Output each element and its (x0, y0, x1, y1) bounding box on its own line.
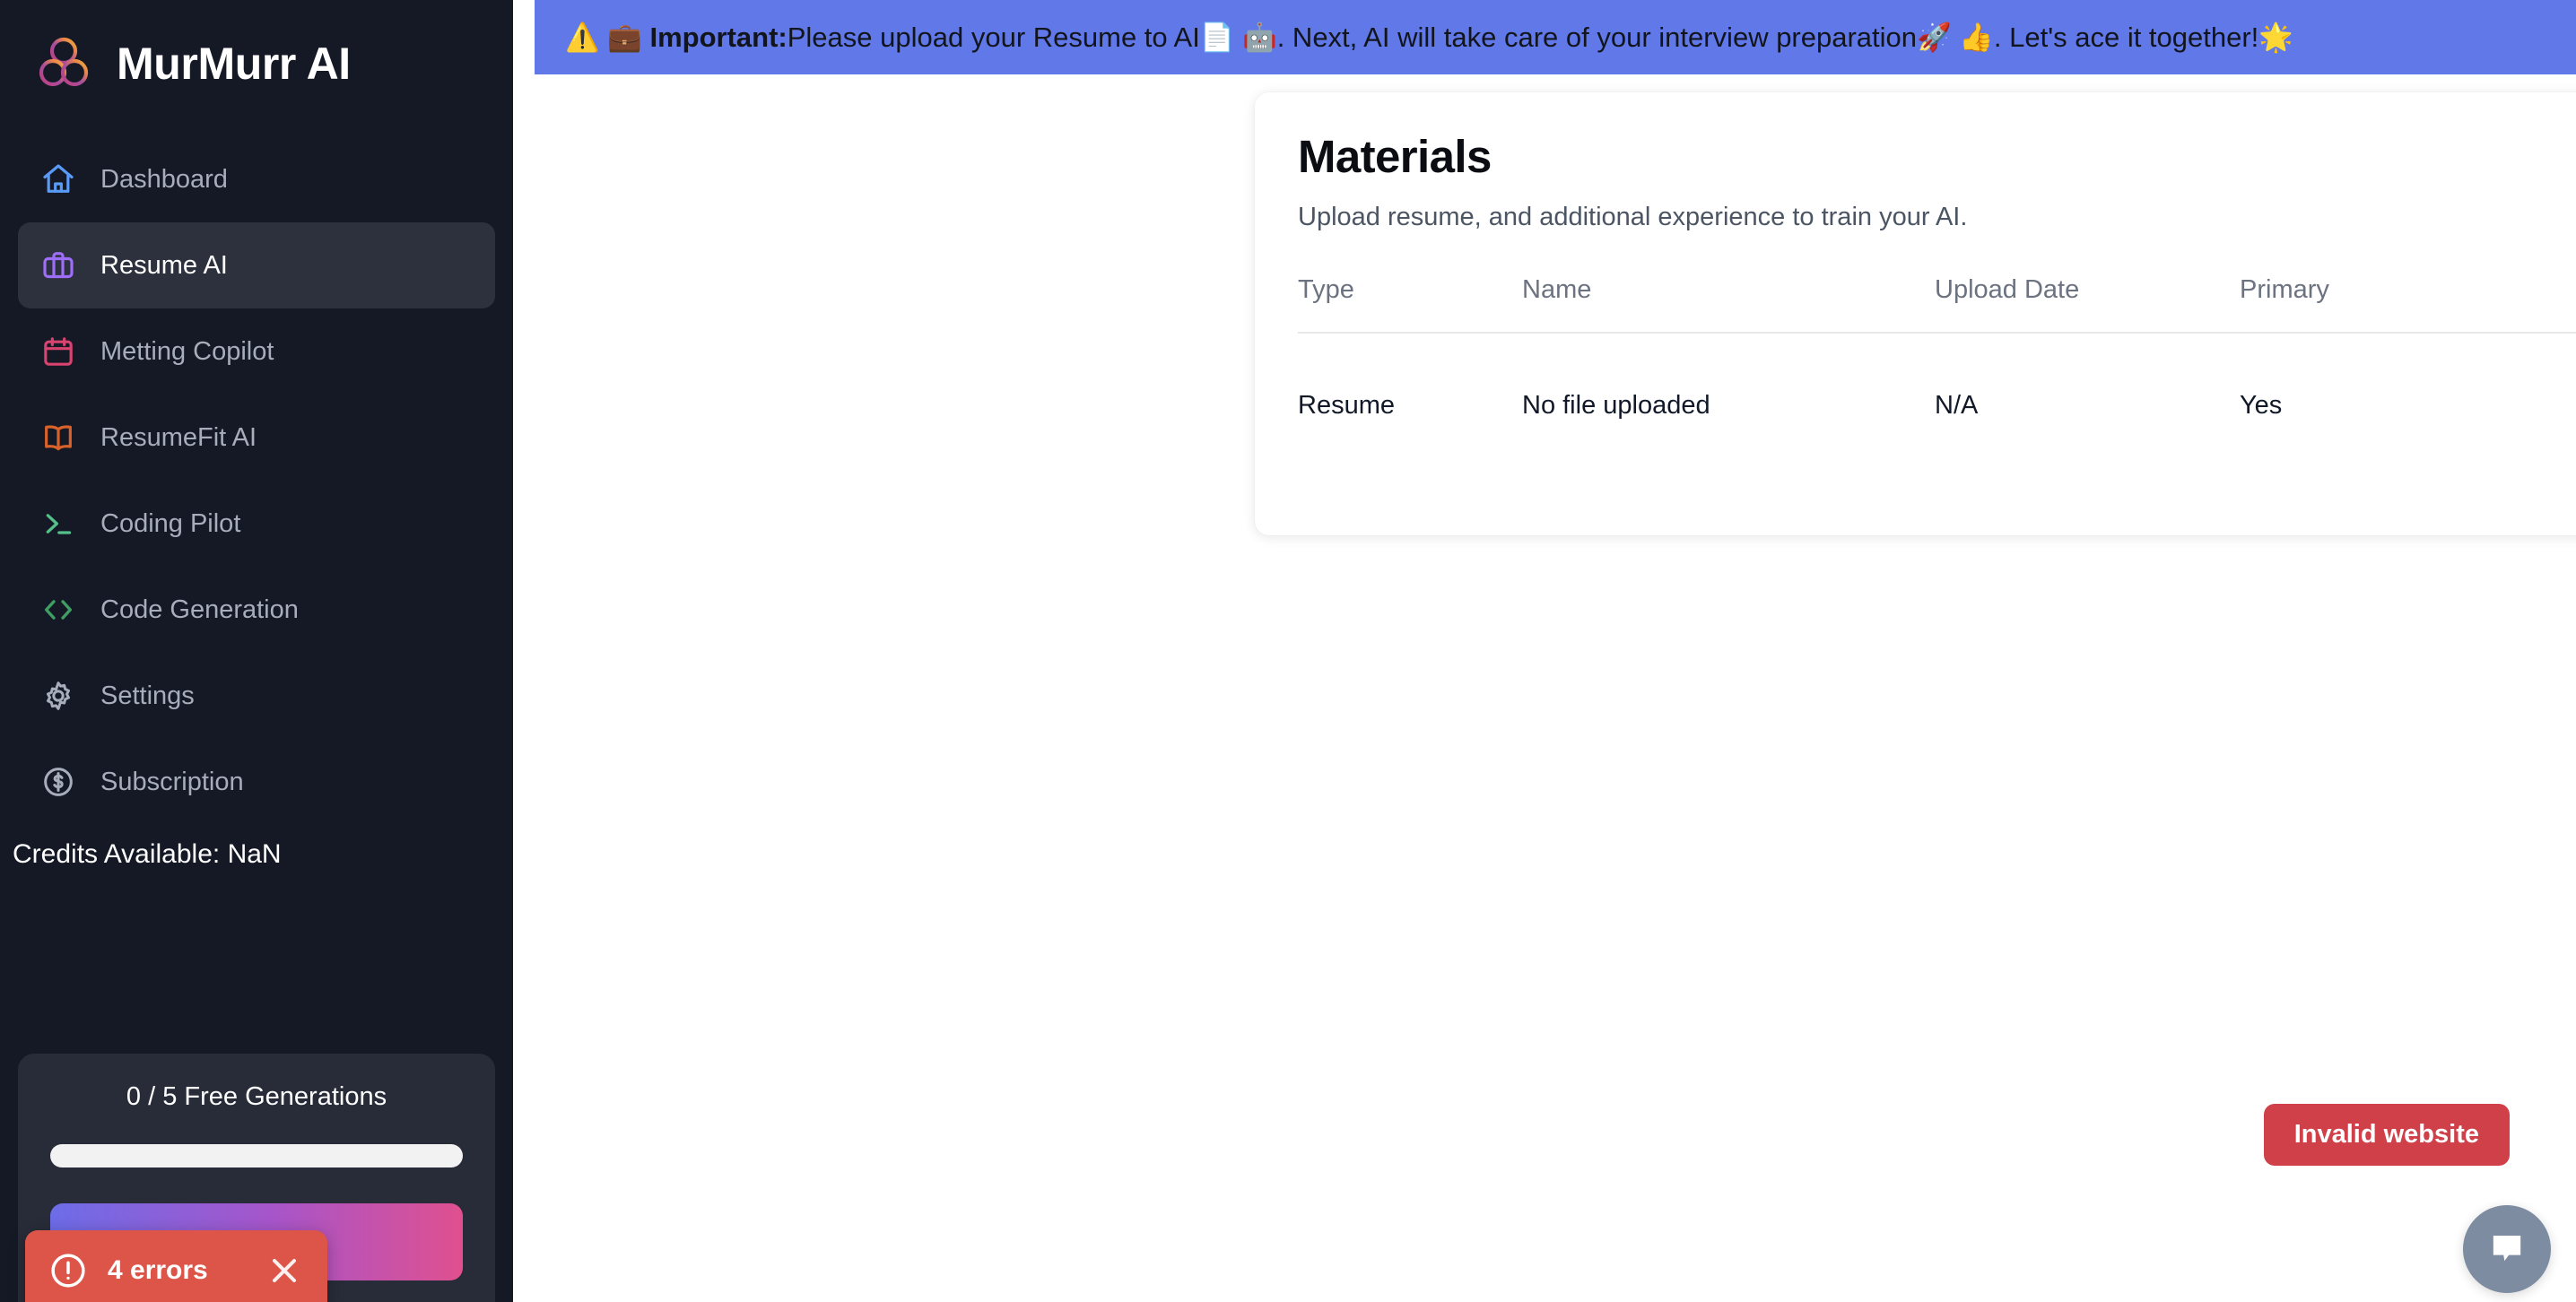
materials-card: Materials Upload resume, and additional … (1255, 92, 2576, 535)
warning-icon: ⚠️ (565, 22, 600, 54)
sidebar-item-code-generation[interactable]: Code Generation (18, 567, 495, 653)
terminal-icon (39, 505, 77, 542)
page-subtitle: Upload resume, and additional experience… (1298, 203, 1968, 231)
sidebar-item-resumefit-ai[interactable]: ResumeFit AI (18, 395, 495, 481)
app-root: MurMurr AI Dashboard Resume AI Metting C… (0, 0, 2576, 1302)
trefoil-knot-logo-icon (34, 34, 93, 93)
column-header-name: Name (1522, 275, 1935, 334)
table-body: Resume No file uploaded N/A Yes Upload (1298, 333, 2576, 478)
banner-text-1: Please upload your Resume to AI (787, 21, 1200, 53)
robot-icon: 🤖 (1242, 22, 1277, 54)
cell-type: Resume (1298, 391, 1395, 420)
column-header-primary: Primary (2240, 275, 2576, 334)
sidebar-item-dashboard[interactable]: Dashboard (18, 136, 495, 222)
page-title: Materials (1298, 131, 1492, 182)
free-generations-progress (50, 1144, 463, 1167)
sidebar-item-coding-pilot[interactable]: Coding Pilot (18, 481, 495, 567)
chat-fab-button[interactable] (2463, 1205, 2551, 1293)
sidebar: MurMurr AI Dashboard Resume AI Metting C… (0, 0, 513, 1302)
sidebar-item-label: Resume AI (100, 250, 228, 280)
code-icon (39, 591, 77, 629)
column-header-type: Type (1298, 275, 1522, 334)
main-content: ⚠️ 💼 Important: Please upload your Resum… (513, 0, 2576, 1302)
table-header: Type Name Upload Date Primary Actions (1298, 275, 2576, 334)
cell-upload-date: N/A (1935, 391, 1979, 420)
sidebar-item-subscription[interactable]: Subscription (18, 739, 495, 825)
materials-table: Type Name Upload Date Primary Actions Re… (1298, 275, 2576, 478)
banner-text-3: . Let's ace it together! (1993, 21, 2259, 53)
sidebar-item-label: Subscription (100, 767, 244, 796)
sidebar-item-label: Coding Pilot (100, 508, 241, 538)
briefcase-icon: 💼 (607, 22, 642, 54)
table-row: Resume No file uploaded N/A Yes Upload (1298, 333, 2576, 478)
home-icon (39, 161, 77, 198)
brand-title: MurMurr AI (117, 39, 351, 89)
close-icon[interactable] (265, 1251, 304, 1290)
rocket-icon: 🚀 (1917, 22, 1952, 54)
calendar-icon (39, 333, 77, 370)
document-icon: 📄 (1199, 22, 1235, 54)
star-icon: 🌟 (2258, 22, 2293, 54)
brand[interactable]: MurMurr AI (0, 0, 513, 93)
error-toast[interactable]: 4 errors (25, 1230, 327, 1302)
sidebar-item-label: ResumeFit AI (100, 422, 257, 452)
sidebar-item-label: Code Generation (100, 595, 299, 624)
gear-icon (39, 677, 77, 715)
banner-label: Important: (649, 21, 788, 53)
sidebar-item-label: Metting Copilot (100, 336, 274, 366)
invalid-website-button[interactable]: Invalid website (2263, 1104, 2510, 1166)
cell-primary: Yes (2240, 391, 2283, 420)
sidebar-item-metting-copilot[interactable]: Metting Copilot (18, 308, 495, 395)
table-header-row: Type Name Upload Date Primary Actions (1298, 275, 2576, 334)
sidebar-item-resume-ai[interactable]: Resume AI (18, 222, 495, 308)
credits-available-label: Credits Available: NaN (13, 839, 282, 869)
free-generations-title: 0 / 5 Free Generations (126, 1082, 387, 1111)
briefcase-icon (39, 247, 77, 284)
error-count-label: 4 errors (108, 1255, 208, 1285)
sidebar-item-label: Dashboard (100, 164, 228, 194)
column-header-upload-date: Upload Date (1935, 275, 2240, 334)
sidebar-item-settings[interactable]: Settings (18, 653, 495, 739)
book-icon (39, 419, 77, 456)
thumbs-up-icon: 👍 (1959, 22, 1994, 54)
sidebar-item-label: Settings (100, 681, 195, 710)
chat-bubble-icon (2484, 1224, 2530, 1275)
sidebar-nav: Dashboard Resume AI Metting Copilot Resu… (0, 136, 513, 825)
dollar-circle-icon (39, 763, 77, 801)
banner-text-2: . Next, AI will take care of your interv… (1276, 21, 1918, 53)
alert-circle-icon (48, 1251, 88, 1290)
important-banner: ⚠️ 💼 Important: Please upload your Resum… (535, 0, 2576, 74)
cell-name: No file uploaded (1522, 391, 1710, 420)
